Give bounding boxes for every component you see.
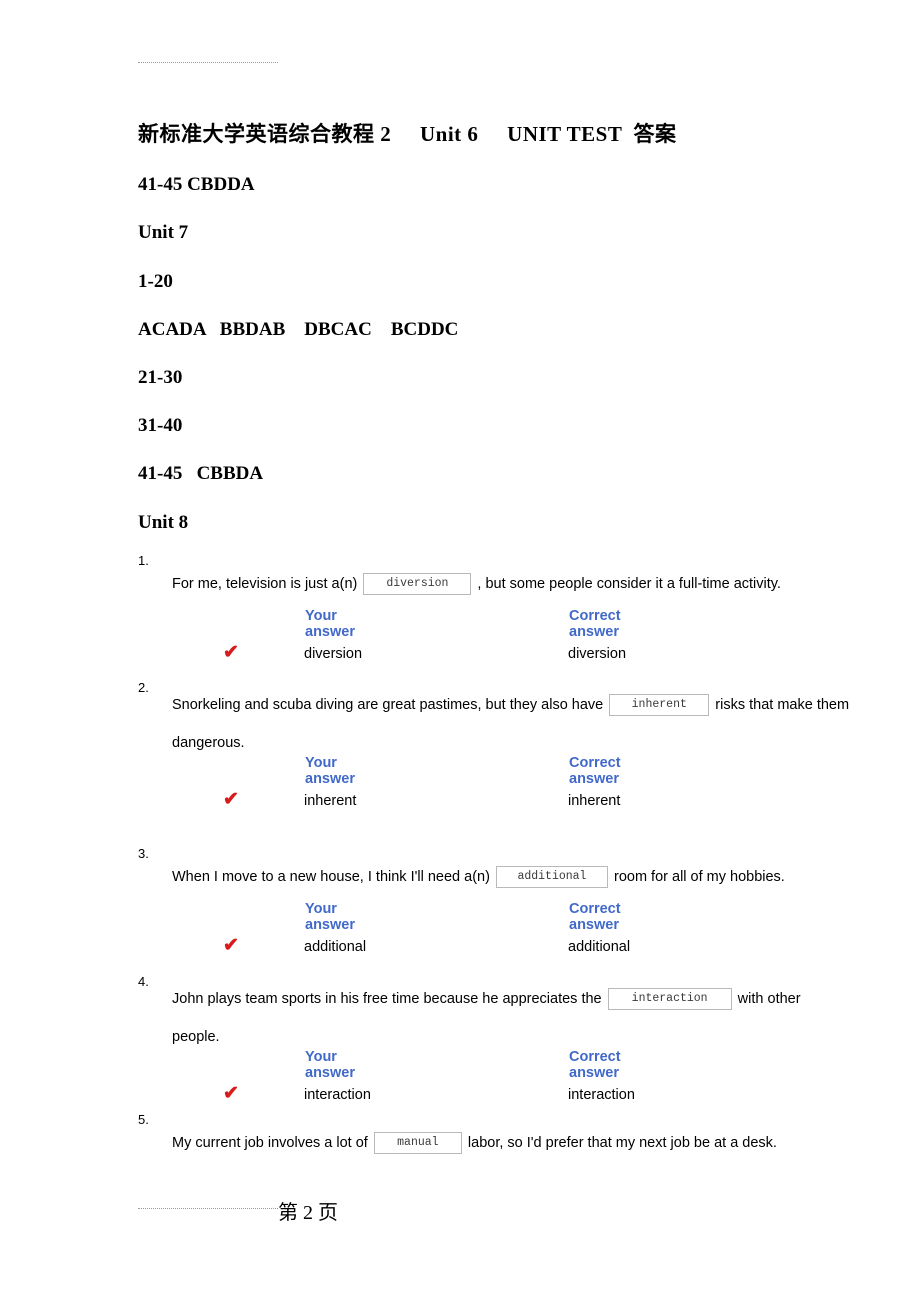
check-mark-icon: ✔ [223, 642, 239, 663]
section-heading-unit8: Unit 8 [138, 512, 189, 533]
blank-answer-box[interactable]: additional [495, 866, 608, 888]
correct-answer-label: Correct answer [569, 608, 621, 640]
question-text-before: When I move to a new house, I think I'll… [172, 869, 490, 885]
document-page: 新标准大学英语综合教程 2 Unit 6 UNIT TEST 答案 41-45 … [0, 0, 920, 1302]
your-answer-label: Your answer [305, 755, 355, 787]
question-text: Snorkeling and scuba diving are great pa… [172, 686, 852, 762]
footer-divider [138, 1208, 278, 1209]
question-number: 4. [138, 974, 149, 989]
your-answer-label: Your answer [305, 1049, 355, 1081]
answer-line-21-30-label: 21-30 [138, 367, 183, 388]
correct-answer-label: Correct answer [569, 1049, 621, 1081]
correct-answer-value: additional [568, 939, 631, 955]
answer-line-41-45-unit7: 41-45 CBBDA [138, 463, 264, 484]
blank-answer-box[interactable]: manual [373, 1132, 462, 1154]
question-number: 5. [138, 1112, 149, 1127]
page-number: 第 2 页 [278, 1202, 338, 1224]
question-text-before: For me, television is just a(n) [172, 576, 358, 592]
your-answer-value: diversion [304, 646, 363, 662]
your-answer-value: inherent [304, 793, 357, 809]
header-divider [138, 62, 278, 63]
question-text-after: , but some people consider it a full-tim… [477, 576, 781, 592]
question-text-after: labor, so I'd prefer that my next job be… [467, 1135, 777, 1151]
question-text: John plays team sports in his free time … [172, 980, 852, 1056]
blank-answer-box[interactable]: inherent [609, 694, 710, 716]
question-text-before: Snorkeling and scuba diving are great pa… [172, 697, 604, 713]
question-text-before: My current job involves a lot of [172, 1135, 368, 1151]
question-text: My current job involves a lot of manual … [172, 1124, 852, 1162]
question-text-before: John plays team sports in his free time … [172, 991, 602, 1007]
answer-line-1-20-values: ACADA BBDAB DBCAC BCDDC [138, 319, 459, 340]
section-heading-unit7: Unit 7 [138, 222, 189, 243]
correct-answer-value: inherent [568, 793, 621, 809]
check-mark-icon: ✔ [223, 1083, 239, 1104]
question-text-after: risks that [715, 697, 774, 713]
correct-answer-value: interaction [568, 1087, 635, 1103]
answer-line-1-20-label: 1-20 [138, 271, 173, 292]
your-answer-label: Your answer [305, 901, 355, 933]
page-title: 新标准大学英语综合教程 2 Unit 6 UNIT TEST 答案 [138, 122, 677, 146]
answer-line-41-45-unit6: 41-45 CBDDA [138, 174, 255, 195]
blank-answer-box[interactable]: interaction [607, 988, 732, 1010]
question-number: 2. [138, 680, 149, 695]
answer-line-31-40-label: 31-40 [138, 415, 183, 436]
question-text-after: room for all of my hobbies. [613, 869, 785, 885]
question-text: For me, television is just a(n) diversio… [172, 565, 852, 603]
question-text: When I move to a new house, I think I'll… [172, 858, 852, 896]
correct-answer-value: diversion [568, 646, 627, 662]
correct-answer-label: Correct answer [569, 755, 621, 787]
your-answer-label: Your answer [305, 608, 355, 640]
correct-answer-label: Correct answer [569, 901, 621, 933]
your-answer-value: interaction [304, 1087, 371, 1103]
question-number: 3. [138, 846, 149, 861]
check-mark-icon: ✔ [223, 789, 239, 810]
your-answer-value: additional [304, 939, 367, 955]
question-number: 1. [138, 553, 149, 568]
check-mark-icon: ✔ [223, 935, 239, 956]
blank-answer-box[interactable]: diversion [363, 573, 472, 595]
question-text-after: with [737, 991, 764, 1007]
